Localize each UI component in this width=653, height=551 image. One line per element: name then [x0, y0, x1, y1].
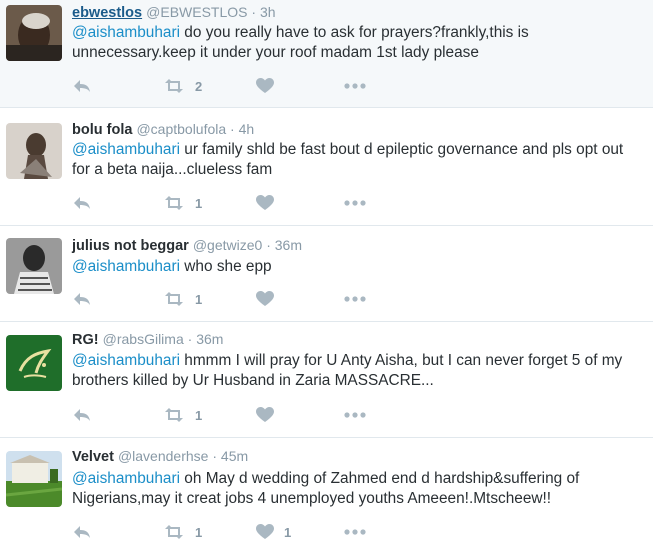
like-count: 1	[284, 524, 292, 540]
tweet-actions: 1	[72, 289, 432, 309]
heart-icon	[256, 407, 274, 423]
separator: ·	[262, 237, 275, 253]
handle[interactable]: @rabsGilima	[103, 331, 184, 347]
separator: ·	[183, 331, 197, 347]
tweet-actions: 1 1	[72, 522, 432, 542]
tweet-text: @aishambuhari ur family shld be fast bou…	[72, 140, 642, 180]
display-name[interactable]: ebwestlos	[72, 5, 142, 21]
handle[interactable]: @lavenderhse	[118, 448, 209, 464]
more-icon	[344, 529, 366, 535]
tweet-5[interactable]: Velvet @lavenderhse · 45m @aishambuhari …	[0, 438, 653, 551]
reply-icon	[72, 407, 92, 423]
reply-button[interactable]	[72, 522, 92, 542]
retweet-icon	[163, 407, 185, 423]
more-button[interactable]	[344, 76, 366, 96]
retweet-button[interactable]: 2	[163, 76, 202, 96]
reply-icon	[72, 78, 92, 94]
display-name[interactable]: bolu fola	[72, 122, 132, 138]
display-name[interactable]: Velvet	[72, 449, 114, 465]
tweet-actions: 1	[72, 193, 432, 213]
like-button[interactable]: 1	[256, 522, 291, 542]
retweet-count: 2	[195, 78, 203, 94]
tweet-text: @aishambuhari do you really have to ask …	[72, 23, 642, 63]
heart-icon	[256, 524, 274, 540]
heart-icon	[256, 195, 274, 211]
avatar[interactable]	[6, 5, 62, 61]
retweet-button[interactable]: 1	[163, 405, 202, 425]
like-button[interactable]	[256, 193, 284, 213]
tweet-4[interactable]: RG! @rabsGilima · 36m @aishambuhari hmmm…	[0, 322, 653, 438]
like-button[interactable]	[256, 76, 284, 96]
separator: ·	[247, 4, 260, 20]
tweet-header: ebwestlos @EBWESTLOS · 3h	[72, 4, 276, 21]
retweet-icon	[163, 195, 185, 211]
more-icon	[344, 412, 366, 418]
more-button[interactable]	[344, 193, 366, 213]
tweet-text: @aishambuhari oh May d wedding of Zahmed…	[72, 469, 642, 509]
avatar[interactable]	[6, 123, 62, 179]
reply-button[interactable]	[72, 193, 92, 213]
reply-button[interactable]	[72, 76, 92, 96]
retweet-icon	[163, 524, 185, 540]
timestamp[interactable]: 3h	[260, 4, 276, 20]
handle[interactable]: @captbolufola	[136, 121, 226, 137]
more-icon	[344, 200, 366, 206]
tweet-text: @aishambuhari who she epp	[72, 257, 642, 277]
more-button[interactable]	[344, 405, 366, 425]
timestamp[interactable]: 4h	[239, 121, 255, 137]
handle[interactable]: @EBWESTLOS	[146, 4, 247, 20]
tweet-header: RG! @rabsGilima · 36m	[72, 331, 223, 348]
more-icon	[344, 296, 366, 302]
retweet-button[interactable]: 1	[163, 289, 202, 309]
mention-link[interactable]: @aishambuhari	[72, 258, 180, 275]
more-button[interactable]	[344, 289, 366, 309]
mention-link[interactable]: @aishambuhari	[72, 470, 180, 487]
tweet-1[interactable]: ebwestlos @EBWESTLOS · 3h @aishambuhari …	[0, 0, 653, 108]
avatar[interactable]	[6, 238, 62, 294]
retweet-icon	[163, 291, 185, 307]
separator: ·	[208, 448, 221, 464]
tweet-header: julius not beggar @getwize0 · 36m	[72, 237, 302, 254]
mention-link[interactable]: @aishambuhari	[72, 352, 180, 369]
tweet-actions: 2	[72, 76, 432, 96]
tweet-header: Velvet @lavenderhse · 45m	[72, 448, 248, 465]
avatar[interactable]	[6, 335, 62, 391]
timestamp[interactable]: 36m	[275, 237, 302, 253]
tweet-actions: 1	[72, 405, 432, 425]
more-icon	[344, 83, 366, 89]
handle[interactable]: @getwize0	[193, 237, 262, 253]
reply-icon	[72, 291, 92, 307]
display-name[interactable]: RG!	[72, 332, 99, 348]
mention-link[interactable]: @aishambuhari	[72, 141, 180, 158]
more-button[interactable]	[344, 522, 366, 542]
like-button[interactable]	[256, 405, 284, 425]
avatar[interactable]	[6, 451, 62, 507]
retweet-count: 1	[195, 524, 203, 540]
tweet-header: bolu fola @captbolufola · 4h	[72, 121, 254, 138]
tweet-text: @aishambuhari hmmm I will pray for U Ant…	[72, 351, 642, 391]
mention-link[interactable]: @aishambuhari	[72, 24, 180, 41]
retweet-button[interactable]: 1	[163, 522, 202, 542]
tweet-2[interactable]: bolu fola @captbolufola · 4h @aishambuha…	[0, 108, 653, 226]
retweet-count: 1	[195, 291, 203, 307]
reply-icon	[72, 524, 92, 540]
heart-icon	[256, 291, 274, 307]
timestamp[interactable]: 45m	[221, 448, 248, 464]
heart-icon	[256, 78, 274, 94]
retweet-button[interactable]: 1	[163, 193, 202, 213]
retweet-count: 1	[195, 195, 203, 211]
timestamp[interactable]: 36m	[196, 331, 223, 347]
retweet-count: 1	[195, 407, 203, 423]
display-name[interactable]: julius not beggar	[72, 238, 189, 254]
tweet-3[interactable]: julius not beggar @getwize0 · 36m @aisha…	[0, 226, 653, 322]
retweet-icon	[163, 78, 185, 94]
separator: ·	[226, 121, 239, 137]
reply-button[interactable]	[72, 405, 92, 425]
reply-icon	[72, 195, 92, 211]
reply-button[interactable]	[72, 289, 92, 309]
tweet-feed: ebwestlos @EBWESTLOS · 3h @aishambuhari …	[0, 0, 653, 551]
like-button[interactable]	[256, 289, 284, 309]
tweet-body: who she epp	[180, 258, 272, 275]
